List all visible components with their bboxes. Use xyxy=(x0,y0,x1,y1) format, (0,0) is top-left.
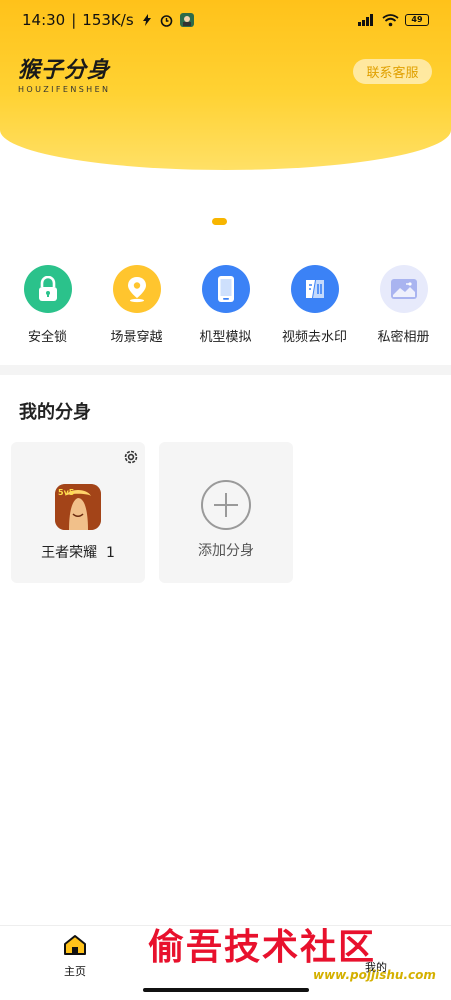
section-divider xyxy=(0,365,451,375)
svg-text:5v5: 5v5 xyxy=(58,488,75,497)
feature-device-simulation[interactable]: 机型模拟 xyxy=(182,265,270,345)
wifi-icon xyxy=(381,13,399,27)
brand-subtitle: HOUZIFENSHEN xyxy=(18,85,111,94)
add-clone-label: 添加分身 xyxy=(198,543,254,559)
nav-home-label: 主页 xyxy=(64,965,86,978)
status-separator: | xyxy=(71,11,77,29)
game-app-icon: 5v5 xyxy=(55,484,101,530)
home-icon xyxy=(63,934,87,960)
status-bar: 14:30 | 153K/s 49 xyxy=(0,0,451,40)
album-icon xyxy=(379,265,428,313)
gear-icon[interactable] xyxy=(122,448,140,466)
nav-mine-label: 我的 xyxy=(365,961,387,974)
lock-icon xyxy=(23,265,72,313)
status-speed: 153K/s xyxy=(82,11,134,29)
feature-row: 安全锁 场景穿越 机型模拟 视频去水印 私密相册 xyxy=(0,265,451,345)
feature-label: 视频去水印 xyxy=(281,330,347,345)
feature-security-lock[interactable]: 安全锁 xyxy=(4,265,92,345)
feature-label: 私密相册 xyxy=(377,330,430,345)
home-indicator[interactable] xyxy=(143,988,309,992)
brand-title: 猴子分身 xyxy=(18,58,111,83)
bottom-navigation: 主页 我的 xyxy=(0,925,451,985)
my-clones-title: 我的分身 xyxy=(19,402,91,423)
carousel-indicator xyxy=(212,218,227,225)
clone-card[interactable]: 5v5 王者荣耀 1 xyxy=(11,442,145,583)
app-notification-icon xyxy=(179,13,194,27)
add-clone-card[interactable]: 添加分身 xyxy=(159,442,293,583)
feature-label: 场景穿越 xyxy=(110,330,163,345)
add-icon xyxy=(201,480,251,530)
signal-icon xyxy=(357,13,375,27)
feature-label: 安全锁 xyxy=(27,330,67,345)
status-time: 14:30 xyxy=(22,11,66,29)
brand-logo: 猴子分身 HOUZIFENSHEN xyxy=(18,52,110,94)
contact-support-button[interactable]: 联系客服 xyxy=(353,59,432,84)
feature-private-album[interactable]: 私密相册 xyxy=(360,265,448,345)
nav-home[interactable]: 主页 xyxy=(45,934,105,979)
clone-label: 王者荣耀 1 xyxy=(41,545,115,561)
video-watermark-icon xyxy=(290,265,339,313)
phone-icon xyxy=(201,265,250,313)
battery-indicator: 49 xyxy=(405,14,429,26)
flash-icon xyxy=(140,13,154,27)
alarm-icon xyxy=(160,13,174,27)
nav-mine[interactable]: 我的 xyxy=(346,956,406,975)
feature-label: 机型模拟 xyxy=(199,330,252,345)
location-pin-icon xyxy=(112,265,161,313)
feature-video-watermark-removal[interactable]: 视频去水印 xyxy=(271,265,359,345)
feature-scene-travel[interactable]: 场景穿越 xyxy=(93,265,181,345)
